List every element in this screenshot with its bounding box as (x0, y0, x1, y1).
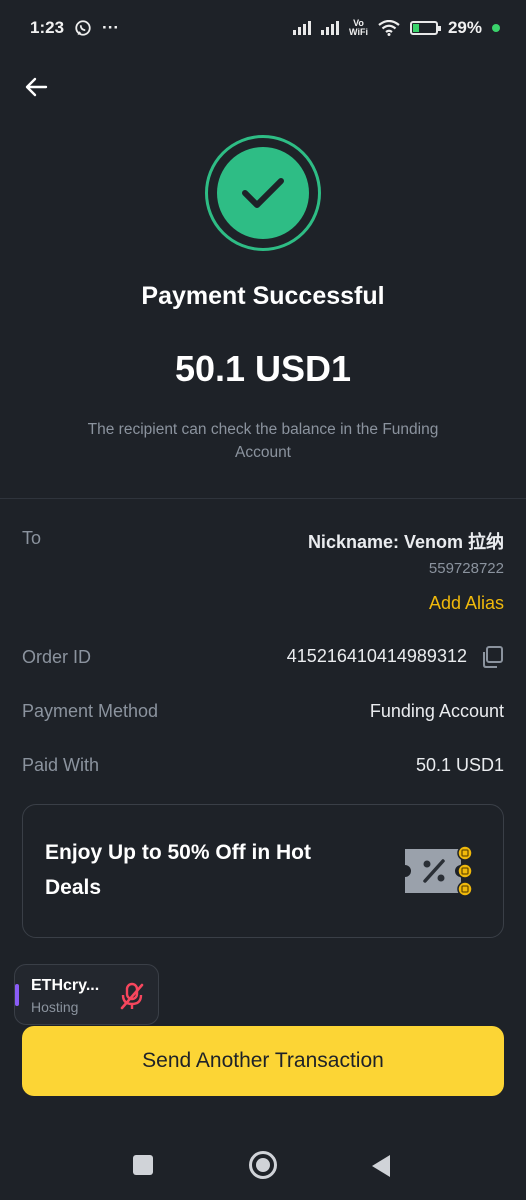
payment-amount: 50.1 USD1 (174, 348, 352, 389)
copy-icon[interactable] (480, 645, 504, 669)
status-bar: 1:23 ··· Vo WiFi 29% (0, 0, 526, 56)
battery-fill (412, 24, 420, 32)
clock: 1:23 (30, 18, 65, 37)
vowifi-line-2: WiFi (349, 27, 368, 37)
coupon-icon (405, 845, 473, 897)
payment-method-label: Payment Method (22, 701, 159, 721)
whatsapp-icon (75, 20, 91, 36)
floating-live-bubble[interactable]: ETHcry... Hosting (14, 964, 159, 1025)
recipient-uid: 559728722 (428, 560, 504, 577)
battery-percent: 29% (447, 18, 482, 37)
check-circle-icon (205, 135, 321, 251)
signal-1-icon (293, 21, 312, 35)
more-notifications-icon: ··· (102, 18, 120, 37)
to-label: To (22, 528, 42, 548)
triangle-back-icon[interactable] (370, 1153, 392, 1179)
wifi-icon (378, 20, 400, 36)
signal-2-icon (321, 21, 340, 35)
status-right: Vo WiFi 29% (293, 18, 500, 38)
checkmark-icon (242, 178, 284, 208)
arrow-left-icon[interactable] (22, 72, 52, 102)
vowifi-icon: Vo WiFi (349, 19, 368, 37)
circle-icon[interactable] (248, 1150, 278, 1180)
paid-with-label: Paid With (22, 755, 100, 775)
bubble-subtitle: Hosting (31, 999, 79, 1015)
section-divider (0, 498, 526, 499)
bubble-accent-bar (15, 984, 19, 1006)
promo-text: Enjoy Up to 50% Off in Hot Deals (45, 841, 311, 899)
order-id-row: 415216410414989312 (287, 645, 504, 669)
payment-note: The recipient can check the balance in t… (87, 421, 439, 461)
check-circle-fill (217, 147, 309, 239)
payment-status-title: Payment Successful (141, 282, 385, 310)
send-another-transaction-button[interactable]: Send Another Transaction (22, 1026, 504, 1096)
bubble-title: ETHcry... (31, 977, 100, 994)
battery-icon (409, 21, 441, 35)
paid-with-value: 50.1 USD1 (415, 755, 504, 775)
recipient-nickname: Nickname: Venom 拉纳 (307, 532, 504, 552)
status-left: 1:23 ··· (30, 18, 119, 38)
mic-muted-icon[interactable] (119, 981, 145, 1011)
square-icon[interactable] (132, 1154, 154, 1176)
system-nav-bar (0, 1130, 526, 1200)
order-id-label: Order ID (22, 647, 92, 667)
payment-method-value: Funding Account (369, 701, 504, 721)
order-id-value: 415216410414989312 (286, 645, 467, 666)
charging-dot (492, 24, 500, 32)
add-alias-link[interactable]: Add Alias (429, 593, 504, 614)
promo-banner[interactable]: Enjoy Up to 50% Off in Hot Deals (22, 804, 504, 938)
